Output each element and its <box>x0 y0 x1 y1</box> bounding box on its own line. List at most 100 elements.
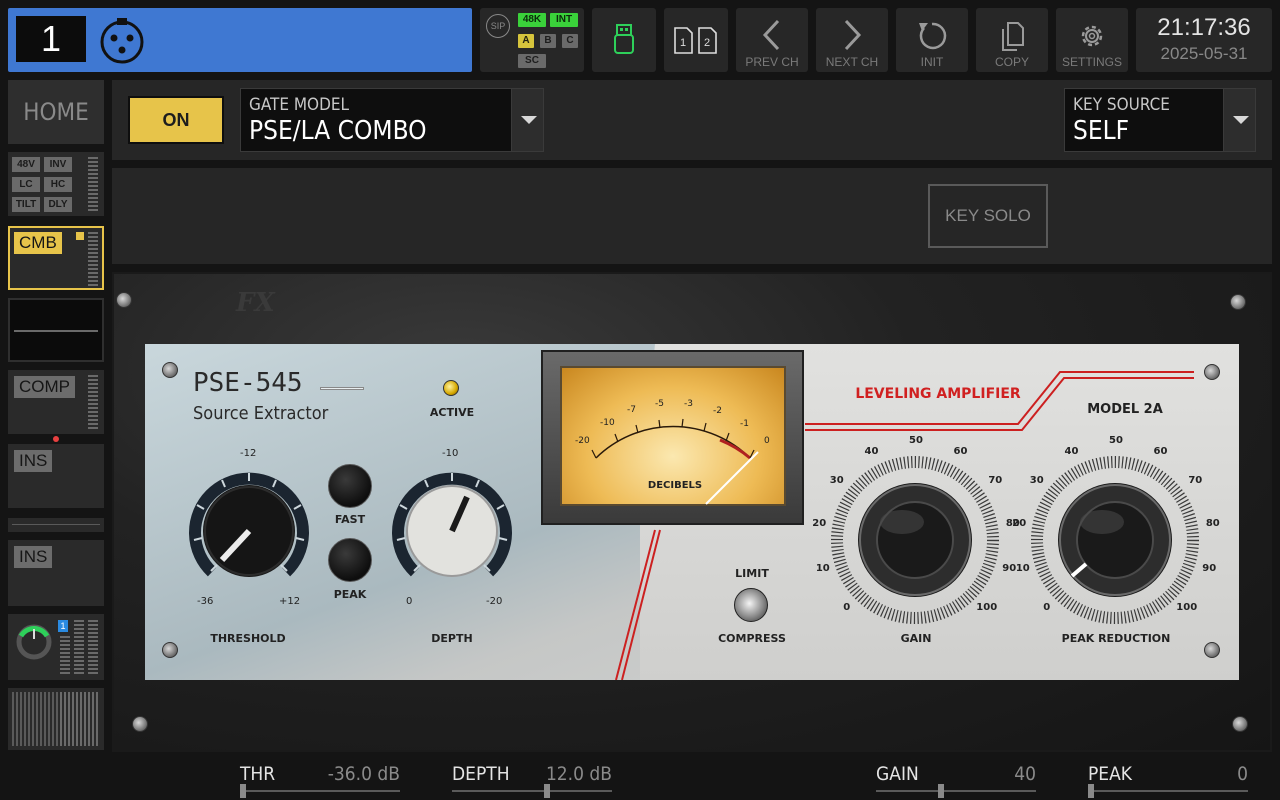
threshold-scale-min: -36 <box>197 596 214 607</box>
card-slots-button[interactable]: 1 2 <box>664 8 728 72</box>
sd-cards-icon: 1 2 <box>674 27 717 54</box>
param-name: DEPTH <box>452 763 510 785</box>
cmb-label: CMB <box>14 232 62 254</box>
depth-scale-max: -20 <box>486 596 503 607</box>
bank-b-badge: B <box>540 34 556 48</box>
peak-reduction-scale-0: 0 <box>1043 602 1051 614</box>
output-meters-block[interactable] <box>8 688 104 750</box>
settings-label: SETTINGS <box>1061 55 1122 69</box>
threshold-scale-top: -12 <box>240 448 257 459</box>
panel-screw <box>162 362 178 378</box>
copy-label: COPY <box>994 55 1029 69</box>
usb-icon <box>614 24 634 54</box>
status-panel: SIP 48K INT A B C SC <box>480 8 584 72</box>
home-button[interactable]: HOME <box>8 80 104 144</box>
insert-2-block[interactable]: INS <box>8 540 104 606</box>
brand-logo: FX <box>236 288 275 318</box>
fader-strip[interactable] <box>8 518 104 532</box>
comp-label: COMP <box>14 376 75 398</box>
key-source-dropdown[interactable]: KEY SOURCE SELF <box>1064 88 1256 152</box>
gain-scale-10: 10 <box>815 563 830 575</box>
usb-button[interactable] <box>592 8 656 72</box>
slider-track <box>452 790 612 792</box>
gain-scale-20: 20 <box>812 517 827 529</box>
peak-reduction-scale-20: 20 <box>1012 517 1027 529</box>
threshold-label: THRESHOLD <box>210 632 286 645</box>
insert-1-label: INS <box>14 450 53 472</box>
next-channel-button[interactable]: NEXT CH <box>816 8 888 72</box>
peak-reduction-scale-30: 30 <box>1029 475 1044 487</box>
prev-channel-label: PREV CH <box>745 55 799 69</box>
copy-button[interactable]: COPY <box>976 8 1048 72</box>
channel-header[interactable]: 1 <box>8 8 472 72</box>
pan-send-block[interactable]: 1 <box>8 614 104 680</box>
limit-compress-toggle[interactable] <box>734 588 768 622</box>
param-thr-slider[interactable]: THR -36.0 dB <box>240 760 400 800</box>
output-meter-left <box>12 692 58 746</box>
panel-screw <box>1204 642 1220 658</box>
gate-model-caption: GATE MODEL <box>249 95 350 115</box>
param-peak-slider[interactable]: PEAK 0 <box>1088 760 1248 800</box>
insert-1-block[interactable]: INS <box>8 444 104 508</box>
sample-rate-badge: 48K <box>518 13 546 27</box>
threshold-knob[interactable] <box>180 460 318 598</box>
chevron-right-icon <box>844 19 862 51</box>
slider-thumb[interactable] <box>240 784 246 798</box>
depth-scale-min: 0 <box>406 596 413 607</box>
model-label: MODEL 2A <box>1087 402 1163 417</box>
comp-block[interactable]: COMP <box>8 370 104 434</box>
delay-tag: DLY <box>44 197 72 212</box>
insert-2-label: INS <box>14 546 53 568</box>
key-solo-button[interactable]: KEY SOLO <box>928 184 1048 248</box>
invert-tag: INV <box>44 157 72 172</box>
cmb-active-indicator <box>76 232 84 240</box>
slider-track <box>240 790 400 792</box>
channel-number: 1 <box>16 16 86 62</box>
vu-scale-minus2: -2 <box>713 406 722 416</box>
pan-knob-icon <box>16 624 52 660</box>
prev-channel-button[interactable]: PREV CH <box>736 8 808 72</box>
svg-text:1: 1 <box>680 37 686 49</box>
chevron-down-icon <box>511 89 543 151</box>
pse-title: PSE-545 <box>193 368 303 398</box>
param-depth-slider[interactable]: DEPTH 12.0 dB <box>452 760 612 800</box>
param-gain-slider[interactable]: GAIN 40 <box>876 760 1036 800</box>
param-name: THR <box>240 763 276 785</box>
gear-icon <box>1081 25 1103 47</box>
rack-screw <box>1230 294 1246 310</box>
slider-thumb[interactable] <box>544 784 551 798</box>
chevron-down-icon <box>1223 89 1255 151</box>
settings-button[interactable]: SETTINGS <box>1056 8 1128 72</box>
gain-scale-40: 40 <box>864 445 879 457</box>
peak-reduction-scale-90: 90 <box>1202 563 1217 575</box>
chevron-left-icon <box>762 19 780 51</box>
cmb-block[interactable]: CMB <box>8 226 104 290</box>
on-button[interactable]: ON <box>128 96 224 144</box>
param-name: PEAK <box>1088 763 1133 785</box>
send-meter-3 <box>88 620 98 674</box>
param-value: 0 <box>1237 763 1248 785</box>
peak-button[interactable] <box>328 538 372 582</box>
send-meter-2 <box>74 620 84 674</box>
slider-thumb[interactable] <box>937 784 944 798</box>
slider-thumb[interactable] <box>1088 784 1094 798</box>
peak-reduction-scale-10: 10 <box>1015 563 1030 575</box>
peak-reduction-scale-100: 100 <box>1176 602 1198 614</box>
gate-meter <box>88 232 98 286</box>
gate-model-value: PSE/LA COMBO <box>249 116 427 146</box>
slider-track <box>1088 790 1248 792</box>
gate-model-dropdown[interactable]: GATE MODEL PSE/LA COMBO <box>240 88 544 152</box>
key-source-value: SELF <box>1073 116 1130 146</box>
init-button[interactable]: INIT <box>896 8 968 72</box>
eq-block[interactable] <box>8 298 104 362</box>
reset-icon <box>919 22 947 50</box>
depth-knob[interactable] <box>383 460 521 598</box>
peak-reduction-scale-60: 60 <box>1153 445 1168 457</box>
param-name: GAIN <box>876 763 919 785</box>
next-channel-label: NEXT CH <box>825 55 879 69</box>
clock-source-badge: INT <box>550 13 578 27</box>
input-meter <box>88 157 98 211</box>
input-settings-block[interactable]: 48V INV LC HC TILT DLY <box>8 152 104 216</box>
low-cut-tag: LC <box>12 177 40 192</box>
fast-button[interactable] <box>328 464 372 508</box>
